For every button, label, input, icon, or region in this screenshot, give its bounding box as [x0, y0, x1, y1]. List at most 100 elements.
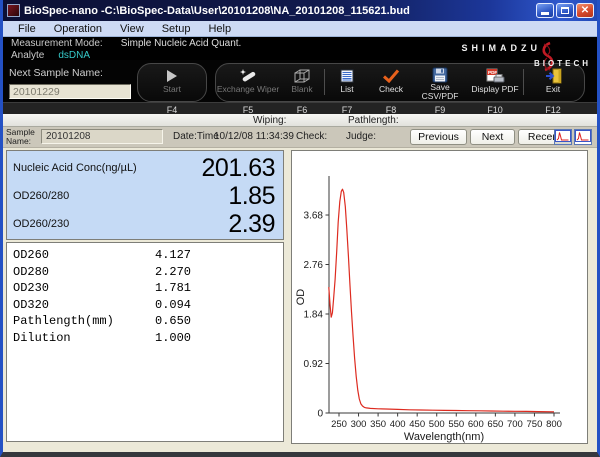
- svg-text:Wavelength(nm): Wavelength(nm): [404, 431, 484, 443]
- result-row: OD260/230 2.39: [13, 210, 275, 238]
- close-icon: ✕: [581, 6, 589, 16]
- svg-text:400: 400: [390, 419, 406, 430]
- measurement-mode-label: Measurement Mode:: [11, 39, 103, 49]
- table-row: OD3200.094: [13, 297, 277, 314]
- exit-label: Exit: [546, 85, 560, 94]
- save-csv-pdf-label: Save CSV/PDF: [413, 83, 467, 101]
- results-panel: Nucleic Acid Conc(ng/µL) 201.63 OD260/28…: [6, 150, 284, 240]
- table-row: OD2802.270: [13, 264, 277, 281]
- next-sample-name-label: Next Sample Name:: [9, 67, 103, 79]
- svg-text:1.84: 1.84: [304, 310, 324, 321]
- od260-230-label: OD260/230: [13, 218, 69, 230]
- sample-name-field[interactable]: [41, 129, 163, 144]
- concentration-value: 201.63: [202, 154, 275, 183]
- pathlength-row-value: 0.650: [155, 313, 191, 330]
- table-row: Dilution1.000: [13, 330, 277, 347]
- toolbar-group-start: Start F4: [137, 63, 207, 102]
- table-row: OD2301.781: [13, 280, 277, 297]
- svg-text:0.92: 0.92: [304, 359, 324, 370]
- close-button[interactable]: ✕: [576, 3, 594, 18]
- menu-bar: File Operation View Setup Help: [3, 21, 597, 37]
- od320-value: 0.094: [155, 297, 191, 314]
- exchange-wiper-label: Exchange Wiper: [217, 85, 279, 94]
- menu-item-help[interactable]: Help: [199, 23, 240, 35]
- exchange-wiper-button[interactable]: Exchange Wiper F5: [216, 64, 280, 101]
- details-panel: OD2604.127 OD2802.270 OD2301.781 OD3200.…: [6, 242, 284, 442]
- dna-helix-icon: [539, 41, 555, 73]
- svg-text:3.68: 3.68: [304, 211, 324, 222]
- od260-label: OD260: [13, 247, 155, 264]
- start-label: Start: [163, 85, 181, 94]
- sample-bar: Sample Name: Date:Time 10/12/08 11:34:39…: [3, 127, 597, 148]
- measurement-mode-value: Simple Nucleic Acid Quant.: [121, 39, 242, 49]
- od260-value: 4.127: [155, 247, 191, 264]
- svg-text:600: 600: [468, 419, 484, 430]
- maximize-icon: [561, 7, 569, 14]
- brand-shimadzu: SHIMADZU: [462, 43, 542, 53]
- svg-text:750: 750: [527, 419, 543, 430]
- play-icon: [164, 67, 180, 85]
- svg-text:250: 250: [331, 419, 347, 430]
- start-button[interactable]: Start F4: [138, 64, 206, 101]
- minimize-icon: [541, 12, 549, 15]
- table-row: OD2604.127: [13, 247, 277, 264]
- previous-button[interactable]: Previous: [410, 129, 467, 145]
- spectrum-view-toggle-2[interactable]: [574, 129, 592, 145]
- svg-text:OD: OD: [295, 289, 307, 306]
- window-title: BioSpec-nano -C:\BioSpec-Data\User\20101…: [24, 5, 532, 17]
- spectrum-view-toggle-1[interactable]: [554, 129, 572, 145]
- floppy-disk-icon: [432, 67, 448, 83]
- svg-text:300: 300: [351, 419, 367, 430]
- display-pdf-label: Display PDF: [471, 85, 518, 94]
- check-icon: [382, 67, 400, 85]
- check-status-label: Check:: [296, 131, 327, 142]
- svg-text:0: 0: [317, 409, 323, 420]
- measurement-header: Measurement Mode: Simple Nucleic Acid Qu…: [3, 37, 597, 60]
- list-icon: [338, 67, 356, 85]
- brand-biotech: BIOTECH: [534, 59, 591, 68]
- maximize-button[interactable]: [556, 3, 574, 18]
- spectrum-thumbnail-icon: [575, 130, 591, 142]
- chart-panel: 00.921.842.763.6825030035040045050055060…: [291, 150, 588, 444]
- svg-text:800: 800: [546, 419, 562, 430]
- cuvette-cube-icon: [293, 67, 311, 85]
- menu-item-view[interactable]: View: [111, 23, 153, 35]
- main-area: Nucleic Acid Conc(ng/µL) 201.63 OD260/28…: [3, 148, 597, 444]
- dilution-label: Dilution: [13, 330, 155, 347]
- menu-item-file[interactable]: File: [9, 23, 45, 35]
- od260-280-value: 1.85: [228, 182, 275, 211]
- svg-text:650: 650: [487, 419, 503, 430]
- svg-text:700: 700: [507, 419, 523, 430]
- table-row: Pathlength(mm)0.650: [13, 313, 277, 330]
- pathlength-label: Pathlength:: [348, 115, 399, 126]
- shimadzu-biotech-logo: SHIMADZU BIOTECH: [453, 43, 593, 77]
- check-button[interactable]: Check F8: [369, 64, 413, 101]
- judge-status-label: Judge:: [346, 131, 376, 142]
- od230-label: OD230: [13, 280, 155, 297]
- od230-value: 1.781: [155, 280, 191, 297]
- spectrum-thumbnail-icon: [555, 130, 571, 142]
- list-button[interactable]: List F7: [325, 64, 369, 101]
- svg-text:2.76: 2.76: [304, 260, 324, 271]
- minimize-button[interactable]: [536, 3, 554, 18]
- dilution-value: 1.000: [155, 330, 191, 347]
- od260-280-label: OD260/280: [13, 190, 69, 202]
- blank-label: Blank: [291, 85, 312, 94]
- menu-item-setup[interactable]: Setup: [153, 23, 200, 35]
- result-row: Nucleic Acid Conc(ng/µL) 201.63: [13, 154, 275, 182]
- next-button[interactable]: Next: [470, 129, 515, 145]
- next-sample-name-input[interactable]: [9, 84, 131, 99]
- check-label: Check: [379, 85, 403, 94]
- od260-230-value: 2.39: [228, 210, 275, 239]
- blank-button[interactable]: Blank F6: [280, 64, 324, 101]
- svg-text:450: 450: [409, 419, 425, 430]
- wiping-label: Wiping:: [253, 115, 286, 126]
- menu-item-operation[interactable]: Operation: [45, 23, 111, 35]
- svg-text:500: 500: [429, 419, 445, 430]
- list-label: List: [340, 85, 353, 94]
- pathlength-row-label: Pathlength(mm): [13, 313, 155, 330]
- od320-label: OD320: [13, 297, 155, 314]
- app-window: BioSpec-nano -C:\BioSpec-Data\User\20101…: [0, 0, 600, 457]
- spectrum-plot: 00.921.842.763.6825030035040045050055060…: [292, 151, 587, 443]
- title-bar[interactable]: BioSpec-nano -C:\BioSpec-Data\User\20101…: [3, 0, 597, 21]
